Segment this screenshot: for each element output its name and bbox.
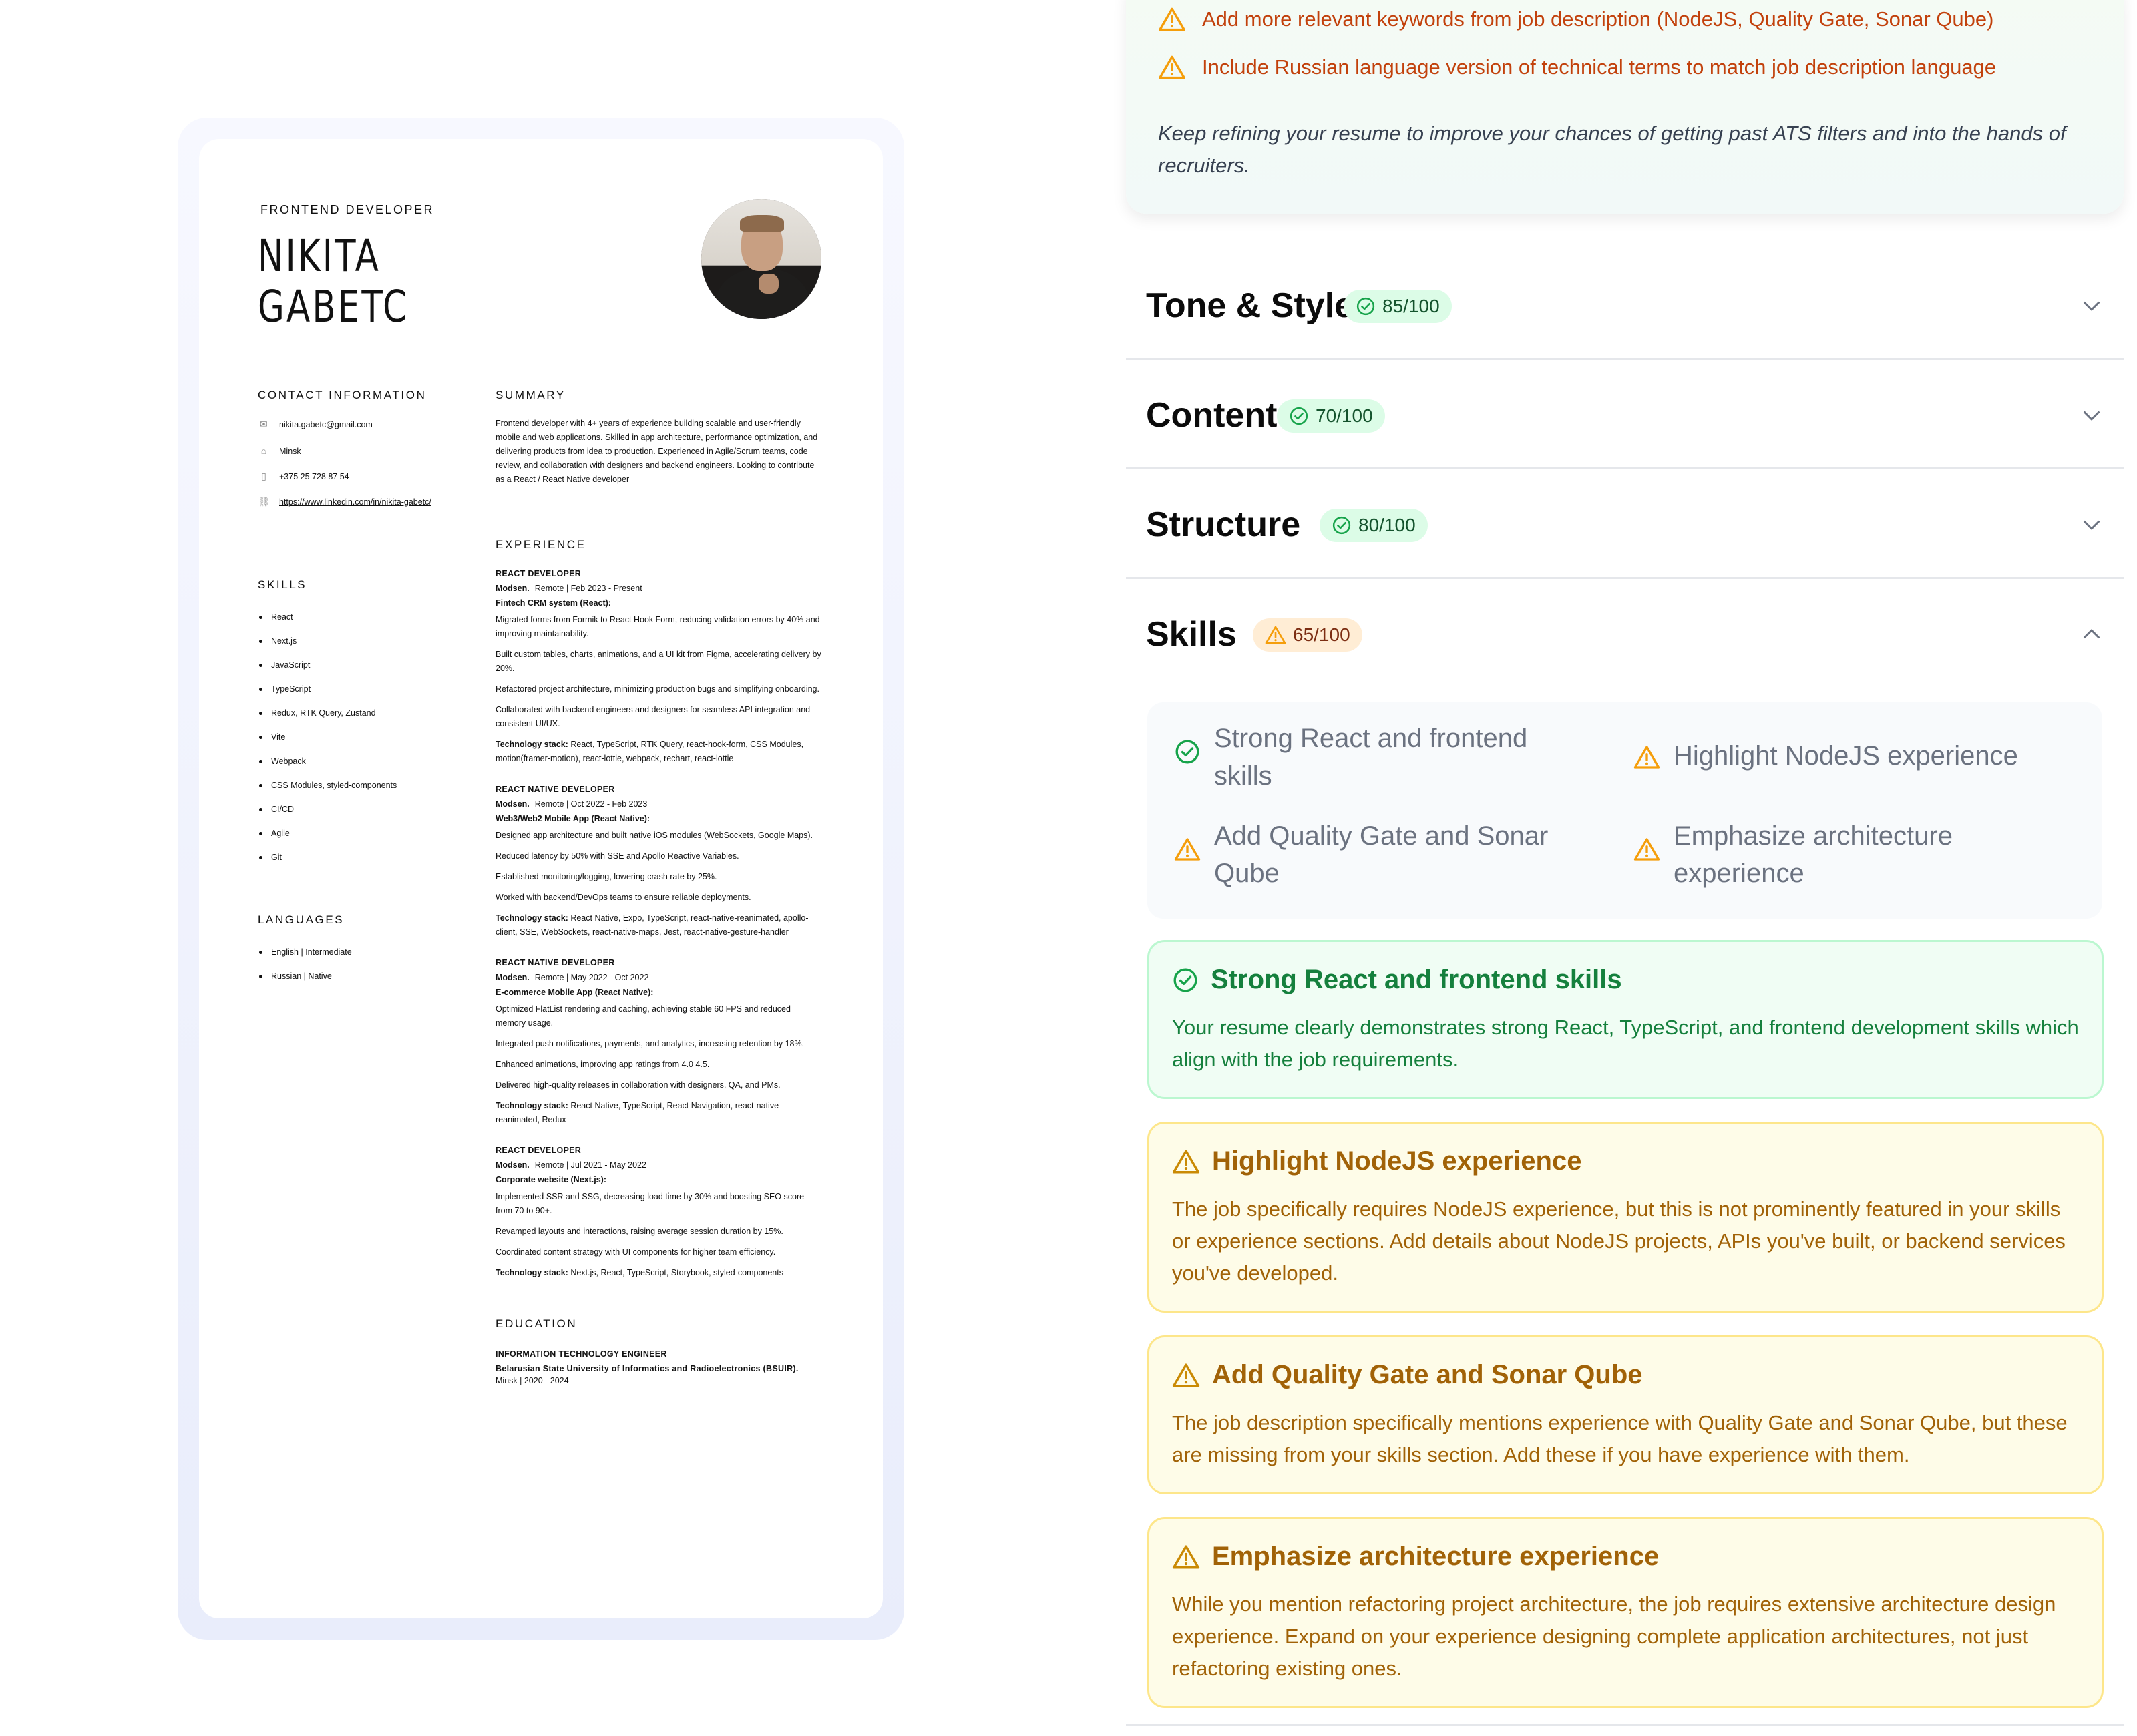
skill-summary-item: Emphasize architecture experience bbox=[1633, 817, 2048, 892]
summary-heading: SUMMARY bbox=[496, 389, 566, 401]
warning-triangle-icon bbox=[1172, 1545, 1200, 1568]
list-item: Vite bbox=[258, 730, 418, 754]
section-structure[interactable]: Structure 80/100 bbox=[1126, 467, 2124, 579]
skills-heading: SKILLS bbox=[258, 578, 307, 591]
contact-email: ✉ nikita.gabetc@gmail.com bbox=[258, 418, 373, 431]
education-school: Belarusian State University of Informati… bbox=[496, 1364, 799, 1373]
list-item: CSS Modules, styled-components bbox=[258, 779, 418, 803]
experience-heading: EXPERIENCE bbox=[496, 538, 586, 551]
section-skills[interactable]: Skills 65/100 bbox=[1126, 577, 2124, 686]
tip-item: Add more relevant keywords from job desc… bbox=[1158, 7, 1993, 32]
chevron-down-icon[interactable] bbox=[2080, 403, 2104, 427]
feedback-body: The job specifically requires NodeJS exp… bbox=[1172, 1197, 2066, 1285]
check-circle-icon bbox=[1332, 516, 1351, 535]
languages-heading: LANGUAGES bbox=[258, 913, 345, 926]
list-item: Next.js bbox=[258, 634, 418, 658]
warning-triangle-icon bbox=[1633, 746, 1660, 769]
resume-name: NIKITA GABETC bbox=[258, 231, 409, 333]
section-title: Tone & Style bbox=[1146, 286, 1354, 325]
home-icon: ⌂ bbox=[260, 445, 267, 456]
list-item: TypeScript bbox=[258, 682, 418, 706]
envelope-icon: ✉ bbox=[260, 419, 268, 429]
score-badge: 85/100 bbox=[1344, 290, 1452, 323]
tip-item: Include Russian language version of tech… bbox=[1158, 55, 1996, 80]
section-title: Content bbox=[1146, 396, 1278, 435]
warning-triangle-icon bbox=[1172, 1150, 1200, 1173]
resume-photo bbox=[701, 199, 821, 319]
contact-location: ⌂ Minsk bbox=[258, 445, 301, 458]
skills-summary-grid: Strong React and frontend skills Highlig… bbox=[1147, 702, 2102, 919]
resume-name-first: NIKITA bbox=[258, 230, 381, 282]
chevron-down-icon[interactable] bbox=[2080, 513, 2104, 537]
check-circle-icon bbox=[1173, 968, 1197, 992]
feedback-card: Highlight NodeJS experience The job spec… bbox=[1147, 1122, 2104, 1313]
feedback-body: While you mention refactoring project ar… bbox=[1172, 1592, 2056, 1680]
check-circle-icon bbox=[1290, 407, 1308, 425]
list-item: Redux, RTK Query, Zustand bbox=[258, 706, 418, 730]
job-entry: REACT DEVELOPER Modsen. Remote | Jul 2021… bbox=[496, 1146, 805, 1277]
phone-icon: ▯ bbox=[261, 471, 266, 481]
experience-list: REACT DEVELOPER Modsen. Remote | Feb 2023… bbox=[496, 569, 823, 1391]
feedback-card: Add Quality Gate and Sonar Qube The job … bbox=[1147, 1335, 2104, 1494]
skill-summary-item: Highlight NodeJS experience bbox=[1633, 720, 2048, 775]
job-entry: REACT NATIVE DEVELOPER Modsen. Remote | O… bbox=[496, 785, 813, 937]
resume-languages-list: English | Intermediate Russian | Native bbox=[258, 945, 418, 994]
section-tone-style[interactable]: Tone & Style 85/100 bbox=[1126, 248, 2124, 360]
list-item: JavaScript bbox=[258, 658, 418, 682]
feedback-title: Emphasize architecture experience bbox=[1212, 1542, 1660, 1571]
education-meta: Minsk | 2020 - 2024 bbox=[496, 1376, 569, 1385]
skill-summary-item: Add Quality Gate and Sonar Qube bbox=[1174, 817, 1588, 892]
resume-preview-frame: FRONTEND DEVELOPER NIKITA GABETC CONTACT… bbox=[178, 118, 904, 1640]
tips-note: Keep refining your resume to improve you… bbox=[1158, 122, 2066, 177]
summary-text: Frontend developer with 4+ years of expe… bbox=[496, 419, 818, 484]
section-title: Skills bbox=[1146, 615, 1237, 654]
feedback-card: Strong React and frontend skills Your re… bbox=[1147, 940, 2104, 1099]
warning-triangle-icon bbox=[1159, 7, 1185, 31]
divider bbox=[1126, 1724, 2124, 1726]
list-item: Russian | Native bbox=[258, 969, 418, 994]
job-entry: REACT NATIVE DEVELOPER Modsen. Remote | M… bbox=[496, 958, 805, 1124]
education-degree: INFORMATION TECHNOLOGY ENGINEER bbox=[496, 1349, 667, 1359]
list-item: React bbox=[258, 610, 418, 634]
warning-triangle-icon bbox=[1174, 838, 1201, 861]
feedback-card: Emphasize architecture experience While … bbox=[1147, 1517, 2104, 1708]
job-entry: REACT DEVELOPER Modsen. Remote | Feb 2023… bbox=[496, 569, 821, 763]
skill-summary-item: Strong React and frontend skills bbox=[1174, 720, 1588, 795]
link-icon: ⛓ bbox=[258, 496, 270, 507]
resume-skills-list: React Next.js JavaScript TypeScript Redu… bbox=[258, 610, 418, 875]
section-title: Structure bbox=[1146, 505, 1301, 544]
resume-page: FRONTEND DEVELOPER NIKITA GABETC CONTACT… bbox=[199, 139, 883, 1618]
list-item: English | Intermediate bbox=[258, 945, 418, 969]
ats-tips-card: Add more relevant keywords from job desc… bbox=[1126, 0, 2124, 214]
summary-text-block: Frontend developer with 4+ years of expe… bbox=[496, 417, 823, 493]
feedback-title: Highlight NodeJS experience bbox=[1212, 1146, 1582, 1176]
check-circle-icon bbox=[1356, 297, 1375, 316]
feedback-body: Your resume clearly demonstrates strong … bbox=[1172, 1016, 2079, 1071]
contact-phone: ▯ +375 25 728 87 54 bbox=[258, 470, 349, 483]
list-item: Agile bbox=[258, 827, 418, 851]
section-content[interactable]: Content 70/100 bbox=[1126, 358, 2124, 469]
warning-triangle-icon bbox=[1265, 626, 1286, 644]
warning-triangle-icon bbox=[1159, 55, 1185, 79]
feedback-title: Add Quality Gate and Sonar Qube bbox=[1212, 1360, 1643, 1389]
score-badge: 70/100 bbox=[1277, 399, 1385, 433]
chevron-up-icon[interactable] bbox=[2080, 622, 2104, 646]
list-item: Webpack bbox=[258, 754, 418, 779]
score-badge: 65/100 bbox=[1253, 618, 1362, 652]
warning-triangle-icon bbox=[1172, 1363, 1200, 1387]
list-item: Git bbox=[258, 851, 418, 875]
resume-name-last: GABETC bbox=[258, 281, 409, 333]
check-circle-icon bbox=[1175, 740, 1199, 764]
score-badge: 80/100 bbox=[1320, 509, 1428, 542]
contact-heading: CONTACT INFORMATION bbox=[258, 389, 427, 401]
education-heading: EDUCATION bbox=[496, 1317, 578, 1330]
feedback-body: The job description specifically mention… bbox=[1172, 1411, 2068, 1466]
resume-role: FRONTEND DEVELOPER bbox=[260, 203, 435, 216]
chevron-down-icon[interactable] bbox=[2080, 294, 2104, 318]
warning-triangle-icon bbox=[1633, 838, 1660, 861]
contact-linkedin[interactable]: ⛓ https://www.linkedin.com/in/nikita-gab… bbox=[258, 495, 434, 509]
list-item: CI/CD bbox=[258, 803, 418, 827]
feedback-title: Strong React and frontend skills bbox=[1211, 965, 1622, 994]
